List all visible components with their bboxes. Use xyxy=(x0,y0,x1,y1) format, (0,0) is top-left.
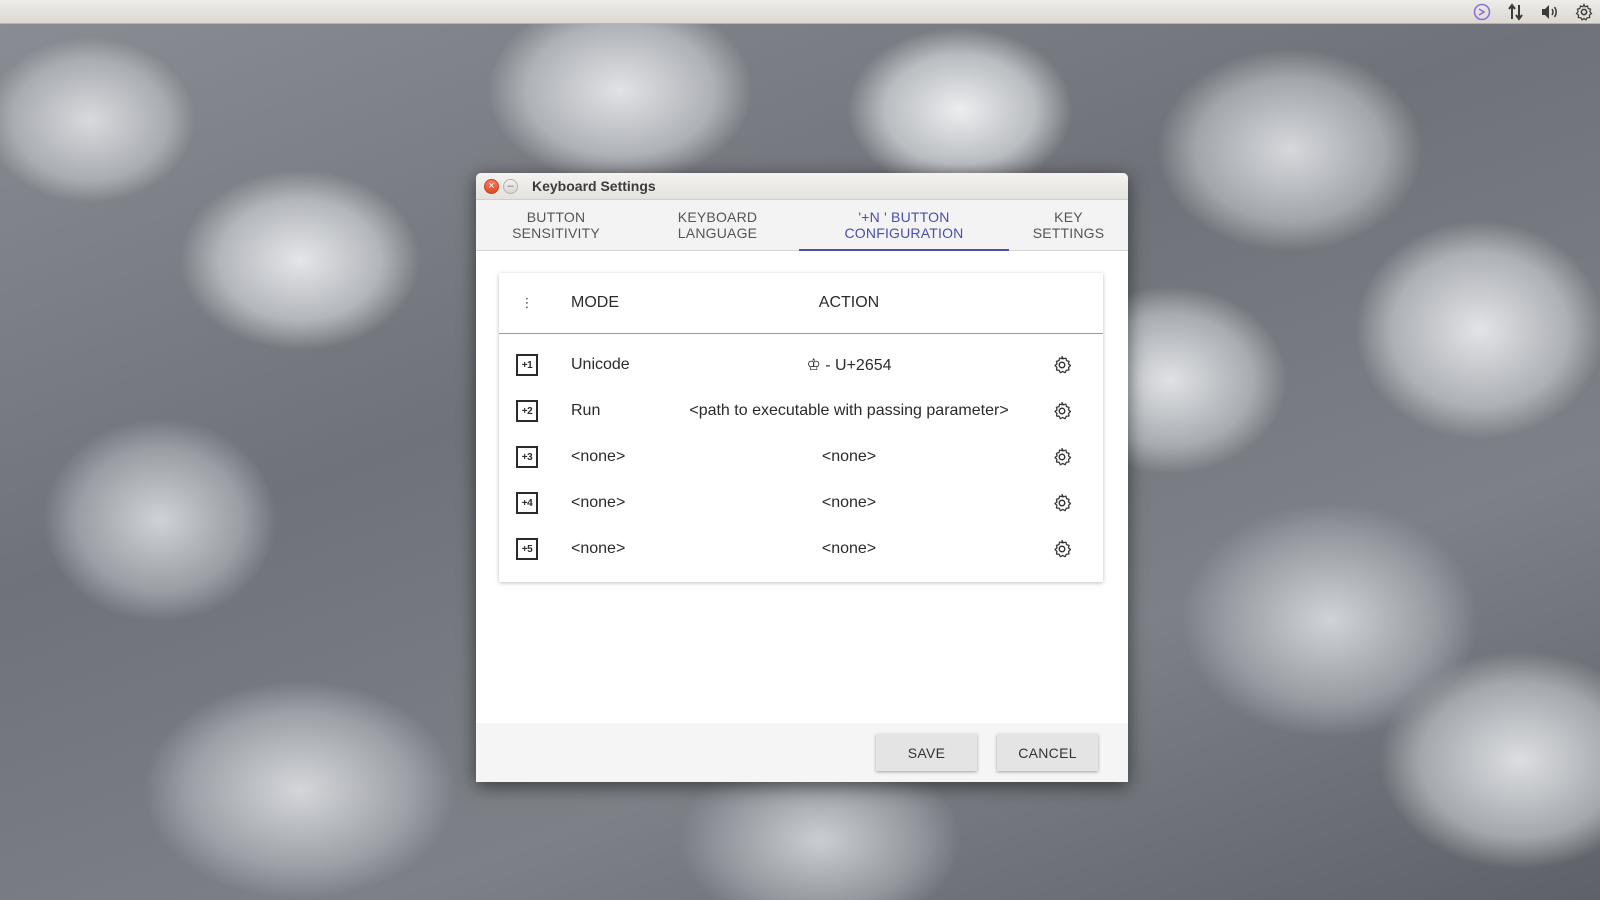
tab-keyboard-language[interactable]: KEYBOARD LANGUAGE xyxy=(636,200,799,250)
window-close-button[interactable]: × xyxy=(484,178,499,194)
plus-two-badge-icon: +2 xyxy=(516,400,538,422)
row-action: <none> xyxy=(821,448,877,465)
table-row: +4 <none> <none> xyxy=(499,480,1103,526)
row-settings-button[interactable] xyxy=(1049,536,1075,562)
system-tray xyxy=(1472,0,1594,24)
plus-one-badge-icon: +1 xyxy=(516,354,538,376)
mode-column-header: MODE xyxy=(571,294,619,311)
plus-three-badge-icon: +3 xyxy=(516,446,538,468)
row-mode: Unicode xyxy=(571,356,630,373)
row-settings-button[interactable] xyxy=(1049,444,1075,470)
close-icon: × xyxy=(488,179,495,192)
row-action: <none> xyxy=(821,540,877,557)
tab-n-button-configuration[interactable]: '+N ' BUTTON CONFIGURATION xyxy=(799,200,1009,251)
table-body: +1 Unicode ♔ - U+2654 +2 Run <path to ex… xyxy=(499,334,1103,572)
row-action: <path to executable with passing paramet… xyxy=(689,402,1009,419)
network-arrows-icon[interactable] xyxy=(1506,2,1526,22)
cancel-button[interactable]: CANCEL xyxy=(997,734,1098,771)
volume-icon[interactable] xyxy=(1540,2,1560,22)
window-title: Keyboard Settings xyxy=(532,178,656,194)
plus-four-badge-icon: +4 xyxy=(516,492,538,514)
keyboard-settings-window: × – Keyboard Settings BUTTON SENSITIVITY… xyxy=(476,173,1128,782)
gear-icon xyxy=(1054,447,1072,466)
row-mode: Run xyxy=(571,402,601,419)
gear-icon xyxy=(1054,539,1072,558)
row-action: <none> xyxy=(821,494,877,511)
row-mode: <none> xyxy=(571,540,626,557)
settings-gear-icon[interactable] xyxy=(1574,2,1594,22)
action-column-header: ACTION xyxy=(818,294,880,311)
window-titlebar[interactable]: × – Keyboard Settings xyxy=(476,173,1128,200)
row-mode: <none> xyxy=(571,494,626,511)
row-action: ♔ - U+2654 xyxy=(806,357,892,374)
row-settings-button[interactable] xyxy=(1049,398,1075,424)
gear-icon xyxy=(1054,401,1072,420)
table-row: +2 Run <path to executable with passing … xyxy=(499,388,1103,434)
table-menu-button[interactable]: ⋮ xyxy=(499,295,555,311)
plus-five-badge-icon: +5 xyxy=(516,538,538,560)
button-config-table: ⋮ MODE ACTION +1 Unicode ♔ - U+2654 +2 R… xyxy=(499,273,1103,582)
vertical-dots-icon: ⋮ xyxy=(520,295,534,310)
table-row: +3 <none> <none> xyxy=(499,434,1103,480)
tab-key-settings[interactable]: KEY SETTINGS xyxy=(1009,200,1128,250)
save-button[interactable]: SAVE xyxy=(876,734,977,771)
input-method-icon[interactable] xyxy=(1472,2,1492,22)
table-header: ⋮ MODE ACTION xyxy=(499,273,1103,334)
row-settings-button[interactable] xyxy=(1049,490,1075,516)
dialog-footer: SAVE CANCEL xyxy=(476,723,1128,782)
row-settings-button[interactable] xyxy=(1049,352,1075,378)
table-row: +1 Unicode ♔ - U+2654 xyxy=(499,342,1103,388)
tab-button-sensitivity[interactable]: BUTTON SENSITIVITY xyxy=(476,200,636,250)
row-mode: <none> xyxy=(571,448,626,465)
gear-icon xyxy=(1054,355,1072,374)
window-minimize-button[interactable]: – xyxy=(503,178,518,194)
table-row: +5 <none> <none> xyxy=(499,526,1103,572)
top-panel xyxy=(0,0,1600,24)
gear-icon xyxy=(1054,493,1072,512)
settings-tabs: BUTTON SENSITIVITY KEYBOARD LANGUAGE '+N… xyxy=(476,200,1128,251)
minimize-icon: – xyxy=(507,179,514,192)
